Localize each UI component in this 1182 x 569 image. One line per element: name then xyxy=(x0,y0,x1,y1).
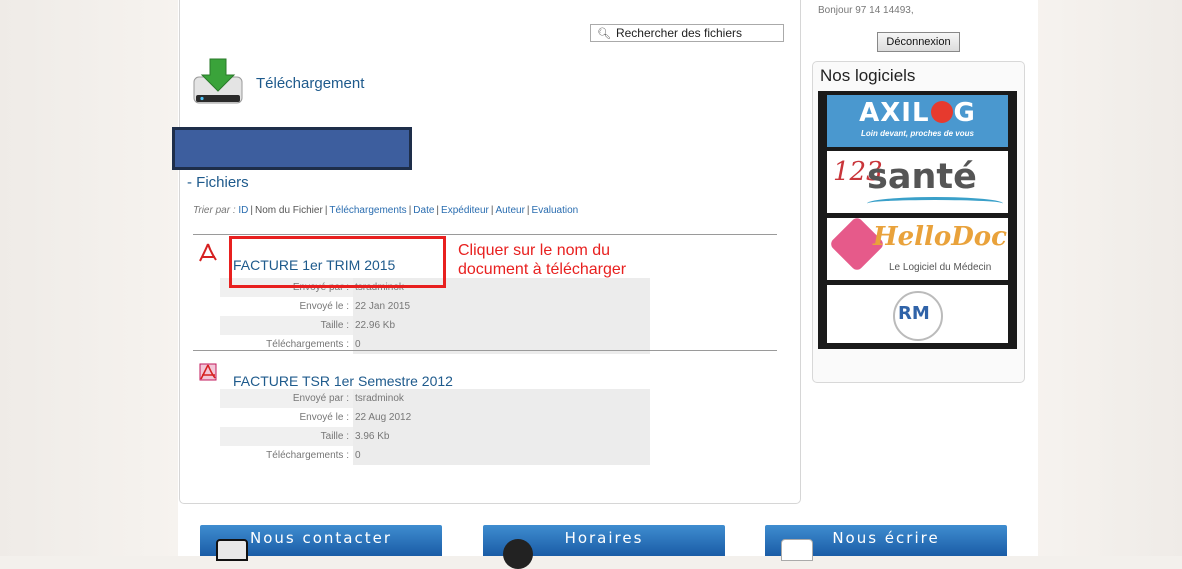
hours-button[interactable]: Horaires xyxy=(483,525,725,569)
page-background-right xyxy=(1032,0,1182,556)
clock-icon xyxy=(503,539,533,569)
sort-date[interactable]: Date xyxy=(413,205,434,216)
sort-bar: Trier par : ID | Nom du Fichier | Télécharge… xyxy=(193,205,579,216)
detail-label: Envoyé par : xyxy=(292,393,349,404)
divider xyxy=(193,234,777,235)
detail-value: 3.96 Kb xyxy=(353,427,650,446)
instruction-annotation: Cliquer sur le nom du document à télécha… xyxy=(458,241,626,279)
detail-label: Téléchargements : xyxy=(266,450,349,461)
redacted-block xyxy=(172,127,412,170)
sort-sender[interactable]: Expéditeur xyxy=(441,205,489,216)
sort-filename: Nom du Fichier xyxy=(255,205,323,216)
detail-value: tsradminok xyxy=(353,389,650,408)
annotation-line-1: Cliquer sur le nom du xyxy=(458,242,611,259)
search-label: Rechercher des fichiers xyxy=(615,26,743,40)
write-us-label: Nous écrire xyxy=(832,529,940,547)
search-icon: 🔍︎ xyxy=(597,27,611,40)
pdf-file-icon xyxy=(199,363,217,381)
detail-label: Envoyé le : xyxy=(299,301,349,312)
rm-word: RM xyxy=(898,303,930,324)
detail-value: 22.96 Kb xyxy=(353,316,650,335)
page-background-left xyxy=(0,0,178,556)
hellodoc-logo[interactable]: HelloDoc Le Logiciel du Médecin xyxy=(827,218,1008,280)
contact-us-label: Nous contacter xyxy=(249,529,393,547)
file-2-title-link[interactable]: FACTURE TSR 1er Semestre 2012 xyxy=(233,373,453,389)
hellodoc-word: HelloDoc xyxy=(873,222,1007,252)
sort-author[interactable]: Auteur xyxy=(495,205,524,216)
software-title: Nos logiciels xyxy=(820,66,916,85)
axilog-logo[interactable]: AXIL G Loin devant, proches de vous xyxy=(827,95,1008,147)
sante-wave-icon xyxy=(867,197,1003,210)
axilog-dot-icon xyxy=(930,101,953,123)
phone-icon xyxy=(216,539,248,561)
axilog-tagline: Loin devant, proches de vous xyxy=(861,129,974,138)
sante-word: santé xyxy=(867,157,977,197)
detail-label: Taille : xyxy=(320,431,349,442)
logout-button[interactable]: Déconnexion xyxy=(877,32,960,52)
section-subtitle: - Fichiers xyxy=(187,174,249,191)
sort-id[interactable]: ID xyxy=(238,205,248,216)
detail-value: 22 Aug 2012 xyxy=(353,408,650,427)
divider xyxy=(193,350,777,351)
detail-label: Envoyé le : xyxy=(299,412,349,423)
sort-rating[interactable]: Evaluation xyxy=(532,205,579,216)
highlight-box xyxy=(229,236,446,288)
download-drive-icon xyxy=(193,58,243,104)
rm-logo[interactable]: RM xyxy=(827,285,1008,343)
detail-label: Taille : xyxy=(320,320,349,331)
file-2-details: Envoyé par : tsradminok Envoyé le : 22 Aug… xyxy=(220,389,650,465)
annotation-line-2: document à télécharger xyxy=(458,261,627,278)
sort-downloads[interactable]: Téléchargements xyxy=(329,205,406,216)
user-greeting: Bonjour 97 14 14493, xyxy=(818,5,914,16)
detail-value: 0 xyxy=(353,335,650,354)
detail-label: Téléchargements : xyxy=(266,339,349,350)
sort-label: Trier par : xyxy=(193,205,236,216)
axilog-brand-start: AXIL xyxy=(859,98,930,128)
hellodoc-tagline: Le Logiciel du Médecin xyxy=(889,262,992,273)
axilog-brand-end: G xyxy=(953,98,976,128)
contact-us-button[interactable]: Nous contacter xyxy=(200,525,442,561)
detail-value: 22 Jan 2015 xyxy=(353,297,650,316)
page-title: Téléchargement xyxy=(256,75,365,92)
file-1-details: Envoyé par : tsradminok Envoyé le :22 Jan… xyxy=(220,278,650,354)
pdf-file-icon xyxy=(199,243,217,262)
write-us-button[interactable]: Nous écrire xyxy=(765,525,1007,561)
search-files-input[interactable]: 🔍︎ Rechercher des fichiers xyxy=(590,24,784,42)
detail-value: 0 xyxy=(353,446,650,465)
hours-label: Horaires xyxy=(564,529,644,547)
sante-logo[interactable]: 123 santé xyxy=(827,151,1008,213)
envelope-icon xyxy=(781,539,813,561)
